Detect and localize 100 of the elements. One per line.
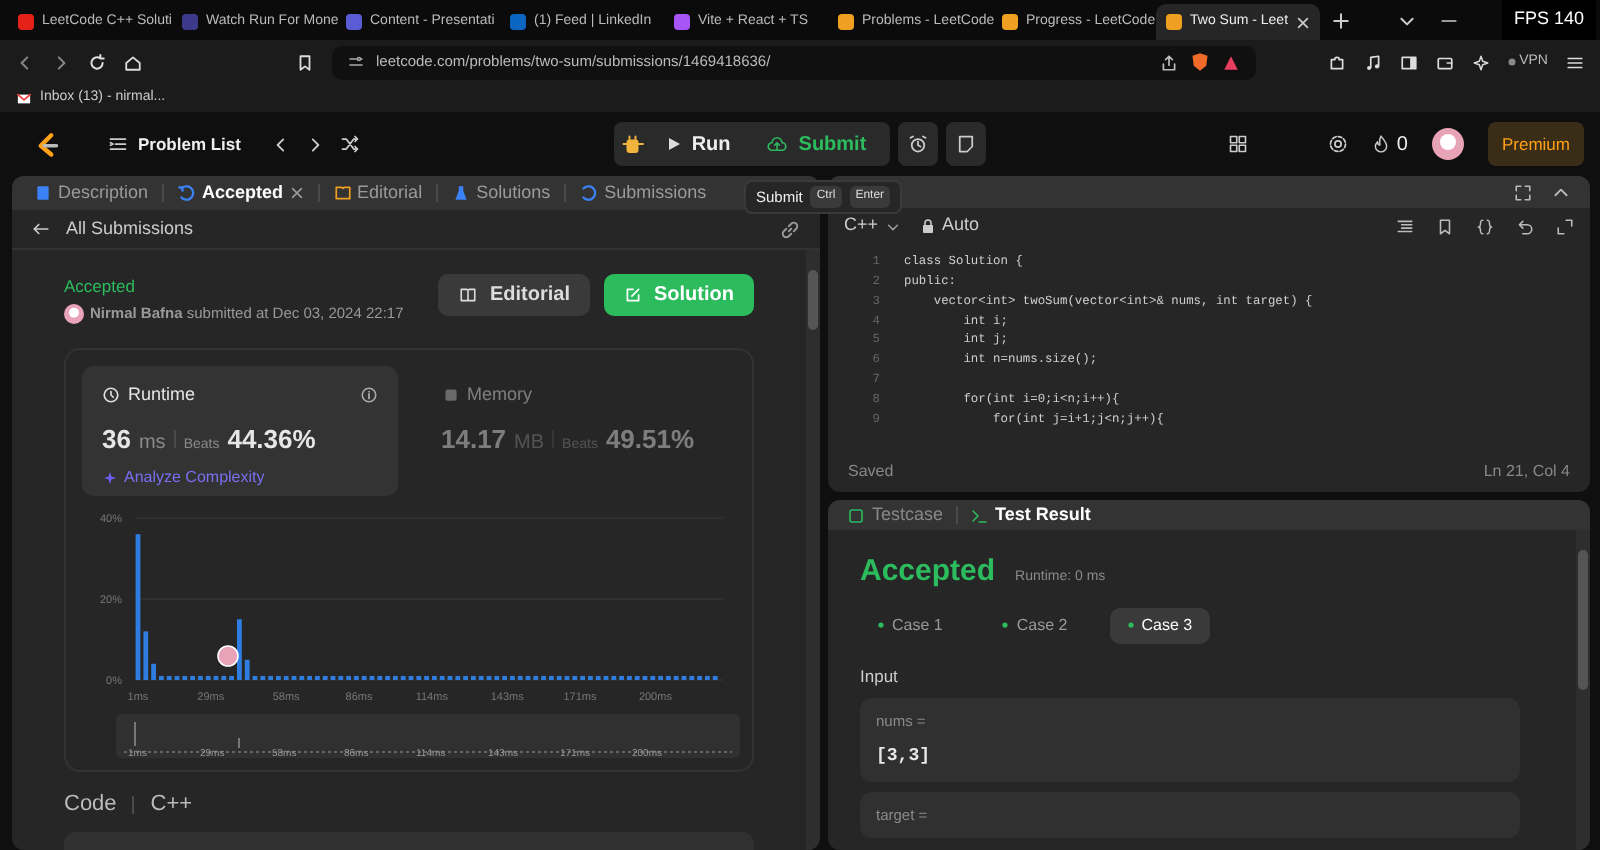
shield-icon[interactable] [1190, 52, 1210, 72]
verdict-text: Accepted [860, 552, 996, 592]
pass-dot-icon [1127, 622, 1134, 628]
edit-icon [624, 286, 642, 304]
pass-dot-icon [1002, 622, 1009, 628]
chip-icon [441, 385, 459, 404]
cursor-position: Ln 21, Col 4 [1483, 460, 1570, 484]
forward-icon[interactable] [52, 53, 70, 71]
editorial-button[interactable]: Editorial [437, 274, 590, 316]
bookmark-icon[interactable] [1436, 217, 1454, 235]
panel-tab[interactable]: Submissions [570, 179, 717, 207]
fullscreen-icon[interactable] [1556, 217, 1574, 235]
all-submissions-link[interactable]: All Submissions [32, 215, 194, 243]
terminal-icon [969, 507, 988, 523]
stat-unit: ms [138, 430, 166, 459]
close-icon[interactable] [1296, 15, 1311, 29]
sparkle-icon [102, 469, 118, 486]
maximize-icon[interactable] [1514, 183, 1532, 201]
info-icon[interactable] [359, 385, 377, 404]
language-dropdown[interactable]: C++ [844, 212, 901, 240]
tab-icon [452, 184, 471, 202]
case-tab[interactable]: Case 3 [1109, 607, 1211, 643]
premium-button[interactable]: Premium [1487, 121, 1584, 167]
new-tab-icon[interactable] [1332, 11, 1350, 29]
language-label: C++ [150, 790, 193, 821]
lock-icon [920, 218, 937, 234]
problem-list-button[interactable]: Problem List [92, 127, 257, 161]
settings-icon[interactable] [1328, 134, 1349, 154]
avatar-marker [217, 645, 239, 668]
note-button[interactable] [946, 122, 987, 166]
book-icon [457, 286, 478, 304]
grid-icon[interactable] [1228, 134, 1249, 154]
alarm-button[interactable] [898, 122, 939, 166]
back-arrow-icon [32, 220, 50, 238]
result-tab[interactable]: Test Result [961, 501, 1099, 529]
avatar-icon[interactable] [1431, 128, 1464, 160]
tab-icon [333, 184, 352, 202]
music-icon[interactable] [1363, 53, 1382, 71]
next-icon[interactable] [306, 135, 325, 153]
play-icon [665, 136, 682, 152]
range-overview[interactable] [116, 714, 740, 759]
run-button[interactable]: Run [649, 125, 747, 163]
share-icon[interactable] [1160, 53, 1178, 71]
close-icon[interactable] [289, 186, 304, 200]
puzzle-icon[interactable] [1327, 53, 1346, 71]
bookmark-icon[interactable] [296, 53, 314, 71]
clock-icon [102, 385, 120, 404]
note-icon [956, 134, 977, 154]
shuffle-icon[interactable] [340, 134, 361, 154]
tab-icon [178, 184, 197, 202]
flame-icon [1372, 134, 1391, 154]
panel-tab[interactable]: Accepted [168, 179, 314, 207]
reload-icon[interactable] [88, 53, 106, 71]
result-tab[interactable]: Testcase [840, 501, 952, 529]
menu-icon[interactable] [1566, 53, 1584, 71]
panel-tab[interactable]: Solutions [442, 179, 561, 207]
mail-icon [16, 91, 32, 105]
checkbox-icon [848, 507, 864, 523]
format-icon[interactable] [1396, 217, 1414, 235]
beats-value: 49.51% [605, 422, 695, 459]
triangle-icon[interactable] [1222, 53, 1240, 71]
collapse-icon[interactable] [1552, 183, 1570, 201]
debug-icon[interactable] [621, 132, 646, 156]
panel-tab[interactable]: Description [24, 179, 159, 207]
stat-label: Runtime [128, 381, 196, 407]
undo-icon[interactable] [1516, 217, 1534, 235]
scrollbar[interactable] [806, 250, 820, 850]
case-tab[interactable]: Case 2 [984, 607, 1086, 643]
alarm-icon [908, 134, 929, 154]
cloud-upload-icon [766, 134, 789, 154]
stat-label: Memory [467, 381, 533, 408]
site-settings-icon[interactable] [348, 54, 364, 70]
list-icon [108, 134, 128, 154]
status-text: Accepted [64, 274, 137, 300]
input-label: Input [860, 663, 900, 689]
sidebar-icon[interactable] [1399, 53, 1418, 71]
tab-icon [34, 184, 52, 202]
stat-value: 14.17 [441, 422, 507, 459]
beats-value: 44.36% [227, 422, 316, 459]
scrollbar[interactable] [1576, 530, 1590, 850]
code-heading: Code [64, 790, 117, 821]
submit-button[interactable]: Submit [750, 125, 883, 163]
status-dot-icon [1507, 58, 1516, 66]
link-icon[interactable] [780, 219, 800, 239]
home-icon[interactable] [124, 53, 142, 71]
streak-button[interactable]: 0 [1372, 129, 1408, 159]
save-status: Saved [848, 460, 894, 484]
mode-label: Auto [942, 212, 980, 239]
input-value: [3,3] [876, 743, 933, 769]
chevron-down-icon [886, 219, 901, 233]
pass-dot-icon [878, 622, 884, 628]
sparkle-icon[interactable] [1471, 53, 1490, 71]
back-icon[interactable] [16, 53, 34, 71]
panel-tab[interactable]: Editorial [323, 179, 433, 207]
case-tab[interactable]: Case 1 [860, 607, 961, 643]
stat-value: 36 [102, 422, 131, 459]
tab-icon [580, 184, 599, 202]
braces-icon[interactable] [1476, 217, 1494, 235]
fps-counter: FPS 140 [1501, 0, 1596, 40]
wallet-icon[interactable] [1435, 53, 1454, 71]
